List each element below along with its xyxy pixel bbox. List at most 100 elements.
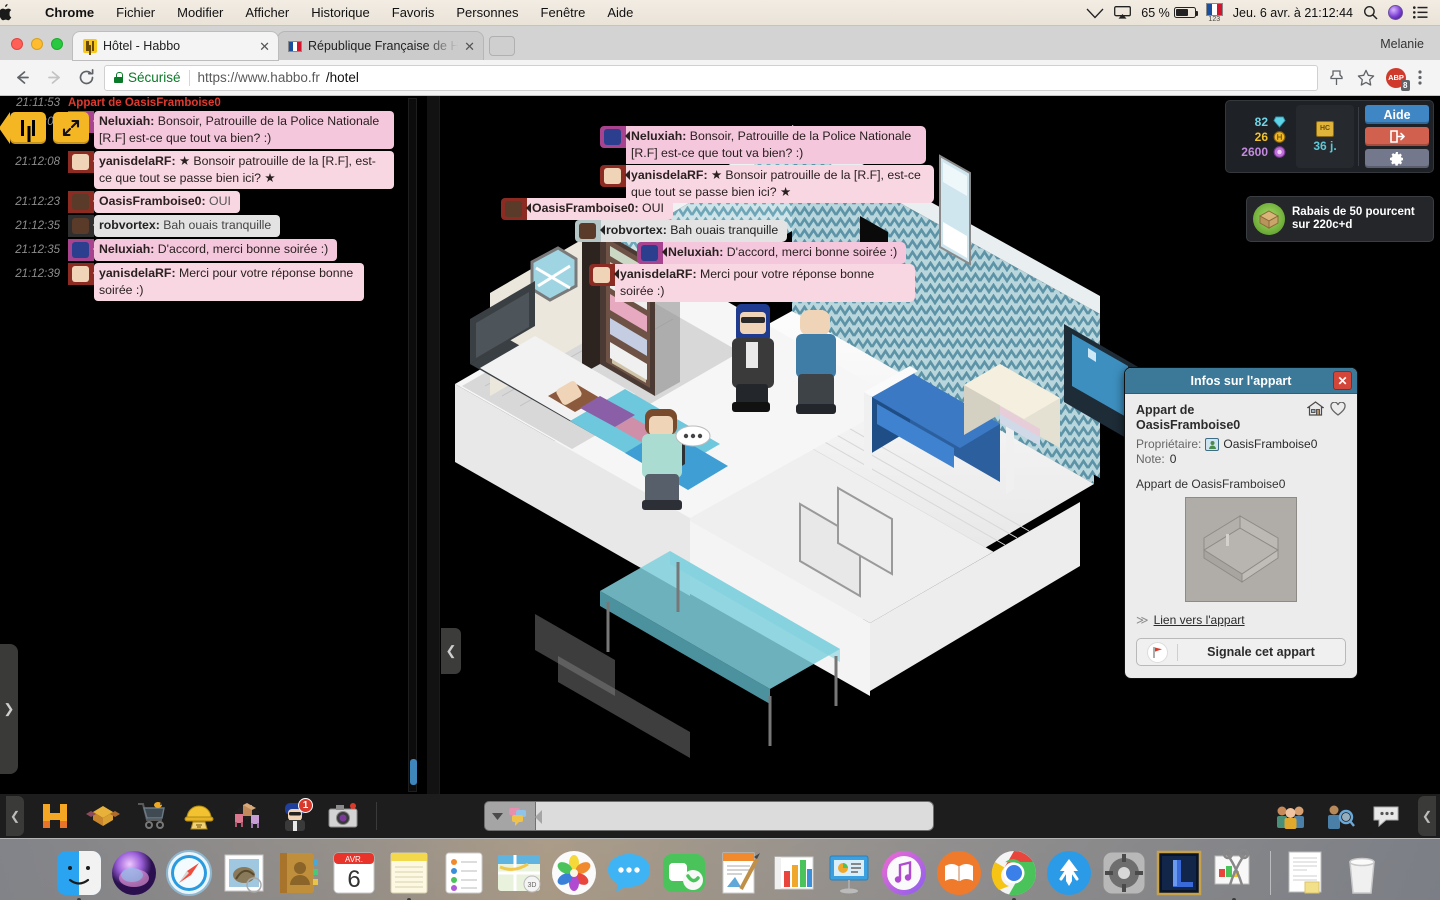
dock-item-keynote[interactable] (825, 849, 873, 897)
dock-item-system-preferences[interactable] (1100, 849, 1148, 897)
currency-diamonds[interactable]: 82 (1234, 115, 1286, 129)
left-drawer-toggle[interactable]: ❯ (0, 644, 18, 774)
menu-item-personnes[interactable]: Personnes (445, 5, 529, 20)
house-icon[interactable] (1307, 401, 1324, 416)
dock-item-reminders[interactable] (440, 849, 488, 897)
battery-indicator[interactable]: 65 % (1141, 6, 1199, 20)
toolbar-collapse-left-button[interactable]: ❮ (6, 796, 24, 836)
new-tab-button[interactable] (489, 36, 515, 56)
tab-close-icon[interactable]: ✕ (464, 40, 475, 53)
tab-close-icon[interactable]: ✕ (259, 40, 270, 53)
currency-duckets[interactable]: 26 (1234, 130, 1286, 144)
currency-credits[interactable]: 2600 (1234, 145, 1286, 159)
wifi-icon[interactable] (1086, 6, 1104, 19)
logout-button[interactable] (1365, 127, 1429, 146)
browser-tab-habbo[interactable]: Hôtel - Habbo ✕ (73, 32, 278, 60)
dock-item-contacts[interactable] (275, 849, 323, 897)
dock-item-documents-stack[interactable] (1283, 849, 1331, 897)
promo-banner[interactable]: Rabais de 50 pourcent sur 220c+d (1246, 196, 1434, 242)
toolbar-collapse-right-button[interactable]: ❮ (1418, 796, 1436, 836)
dock-item-messages[interactable] (605, 849, 653, 897)
search-users-button[interactable] (1316, 796, 1362, 836)
menu-item-favoris[interactable]: Favoris (381, 5, 446, 20)
menu-item-modifier[interactable]: Modifier (166, 5, 234, 20)
camera-button[interactable] (320, 796, 366, 836)
habbo-home-hud-button[interactable] (0, 112, 46, 144)
help-button[interactable]: Aide (1365, 105, 1429, 124)
browser-tab-republique[interactable]: République Française de Habb ✕ (278, 32, 483, 60)
forward-arrow-icon[interactable] (40, 64, 68, 92)
chat-log-scrollbar-thumb[interactable] (410, 759, 417, 785)
adblock-extension-icon[interactable]: ABP 8 (1382, 64, 1410, 92)
room-chat-bubble[interactable]: OasisFramboise0: OUI (501, 198, 673, 220)
dock-item-finder[interactable] (55, 849, 103, 900)
save-to-pocket-icon[interactable] (1322, 64, 1350, 92)
three-dot-menu-icon[interactable] (1412, 69, 1432, 86)
room-info-window[interactable]: Infos sur l'appart ✕ Appart de OasisFram… (1124, 367, 1358, 679)
menu-item-aide[interactable]: Aide (596, 5, 644, 20)
room-chat-bubble[interactable]: Neluxiah: Bonsoir, Patrouille de la Poli… (600, 126, 926, 164)
chat-log-row[interactable]: 21:12:35 robvortex: Bah ouais tranquille (0, 214, 415, 238)
dock-item-maps[interactable]: 3D (495, 849, 543, 897)
window-minimize-button[interactable] (31, 38, 43, 50)
room-chat-bubble[interactable]: yanisdelaRF: Merci pour votre réponse bo… (589, 264, 915, 302)
notification-center-icon[interactable] (1413, 6, 1428, 19)
dock-item-mail[interactable] (220, 849, 268, 897)
dock-item-app-store[interactable] (1045, 849, 1093, 897)
spotlight-search-icon[interactable] (1363, 5, 1378, 20)
chat-style-button[interactable] (484, 801, 536, 831)
dock-item-calendar[interactable]: AVR. 6 (330, 849, 378, 897)
room-info-titlebar[interactable]: Infos sur l'appart ✕ (1125, 368, 1357, 394)
dock-item-pages[interactable] (715, 849, 763, 897)
room-furni-button[interactable] (224, 796, 270, 836)
chat-log-row[interactable]: 21:12:08 yanisdelaRF: ★ Bonsoir patrouil… (0, 150, 415, 190)
input-source-indicator[interactable]: 123 (1205, 2, 1223, 23)
dock-item-itunes[interactable] (880, 849, 928, 897)
back-arrow-icon[interactable] (8, 64, 36, 92)
room-chat-bubble[interactable]: Neluxiah: D'accord, merci bonne soirée :… (637, 242, 907, 264)
room-link-row[interactable]: ≫ Lien vers l'appart (1136, 613, 1346, 627)
room-chat-bubble[interactable]: robvortex: Bah ouais tranquille (575, 220, 788, 242)
dock-item-preview[interactable] (1210, 849, 1258, 900)
messages-button[interactable] (1364, 796, 1410, 836)
menu-bar-clock[interactable]: Jeu. 6 avr. à 21:12:44 (1233, 6, 1353, 20)
chrome-profile-name[interactable]: Melanie (1380, 37, 1440, 60)
menu-item-afficher[interactable]: Afficher (234, 5, 300, 20)
catalogue-button[interactable] (128, 796, 174, 836)
window-zoom-button[interactable] (51, 38, 63, 50)
dock-item-numbers[interactable] (770, 849, 818, 897)
chat-log-row[interactable]: 21:12:39 yanisdelaRF: Merci pour votre r… (0, 262, 415, 302)
close-icon[interactable]: ✕ (1333, 371, 1352, 390)
dock-item-chrome[interactable] (990, 849, 1038, 900)
heart-icon[interactable] (1330, 401, 1346, 416)
menu-item-fenetre[interactable]: Fenêtre (530, 5, 597, 20)
menu-item-chrome[interactable]: Chrome (34, 5, 105, 20)
dock-item-league-of-legends[interactable] (1155, 849, 1203, 897)
settings-button[interactable] (1365, 149, 1429, 168)
airplay-icon[interactable] (1114, 6, 1132, 19)
dock-item-ibooks[interactable] (935, 849, 983, 897)
apple-menu-icon[interactable] (0, 4, 34, 21)
menu-item-historique[interactable]: Historique (300, 5, 381, 20)
window-close-button[interactable] (11, 38, 23, 50)
dock-item-notes[interactable] (385, 849, 433, 900)
dock-item-facetime[interactable] (660, 849, 708, 897)
dock-item-siri[interactable] (110, 849, 158, 897)
room-link[interactable]: Lien vers l'appart (1154, 613, 1245, 627)
build-mode-button[interactable] (176, 796, 222, 836)
friends-button[interactable] (1268, 796, 1314, 836)
address-bar[interactable]: Sécurisé https://www.habbo.fr/hotel (104, 64, 1318, 91)
report-room-button[interactable]: Signale cet appart (1136, 638, 1346, 666)
star-bookmark-icon[interactable] (1352, 64, 1380, 92)
chat-log-panel[interactable]: 21:11:53 Appart de OasisFramboise0 21:12… (0, 96, 440, 794)
menu-item-fichier[interactable]: Fichier (105, 5, 166, 20)
reload-icon[interactable] (72, 64, 100, 92)
hc-membership-box[interactable]: HC 36 j. (1296, 105, 1354, 168)
chat-log-collapse-handle[interactable]: ❮ (441, 628, 461, 674)
owner-name[interactable]: OasisFramboise0 (1223, 437, 1317, 451)
dock-item-safari[interactable] (165, 849, 213, 897)
chat-log-scrollbar[interactable] (408, 98, 417, 792)
inventory-button[interactable] (80, 796, 126, 836)
avatar-profile-button[interactable]: 1 (272, 796, 318, 836)
chat-log-row[interactable]: 21:12:23 OasisFramboise0: OUI (0, 190, 415, 214)
